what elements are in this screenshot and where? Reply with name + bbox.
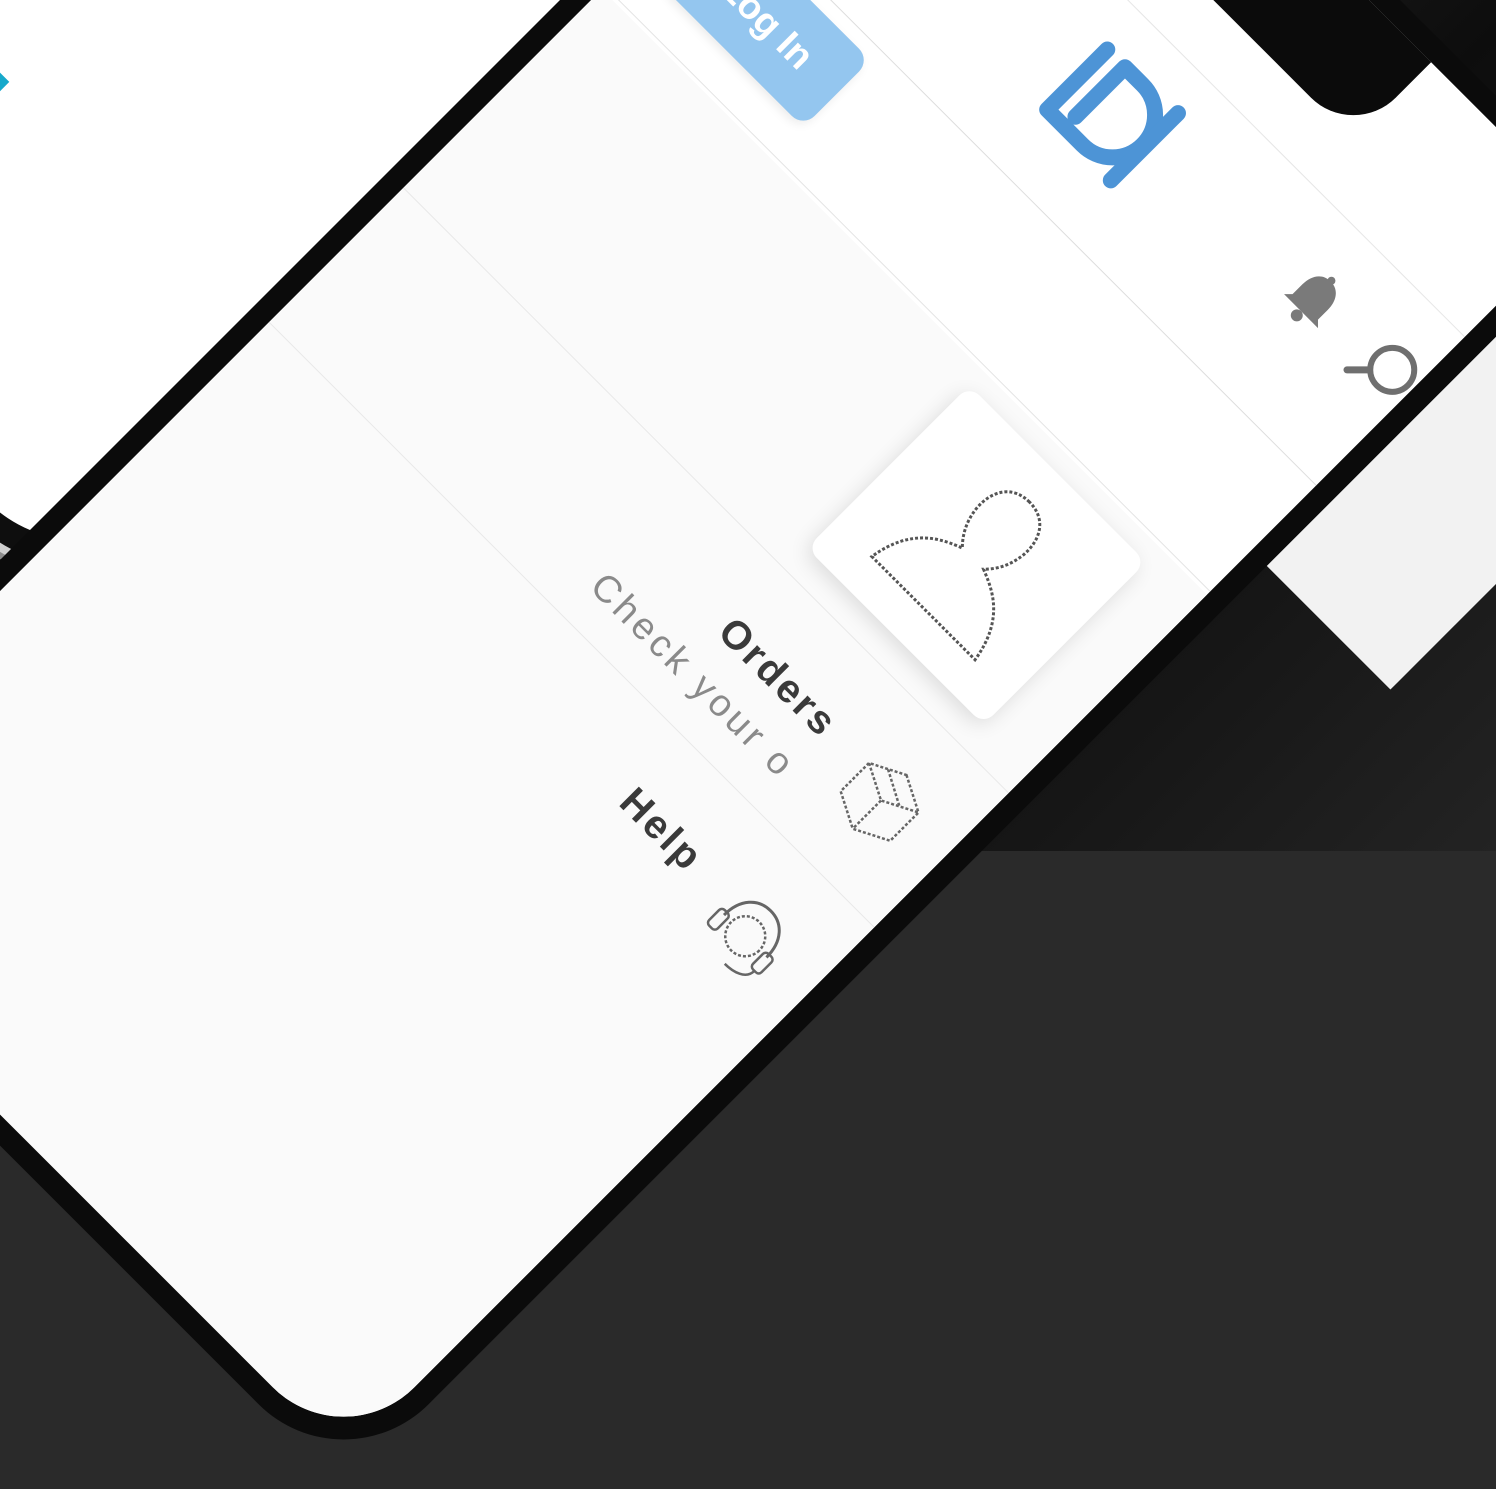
search-icon[interactable]: [1337, 322, 1436, 421]
avatar-silhouette-icon: [869, 490, 1042, 663]
bell-icon[interactable]: [1267, 255, 1358, 346]
app-logo[interactable]: [1019, 25, 1203, 209]
menu-item-title: Help: [611, 779, 713, 881]
headset-icon: [706, 900, 781, 976]
box-icon: [839, 761, 920, 843]
blue-accent-shape: [0, 0, 10, 337]
